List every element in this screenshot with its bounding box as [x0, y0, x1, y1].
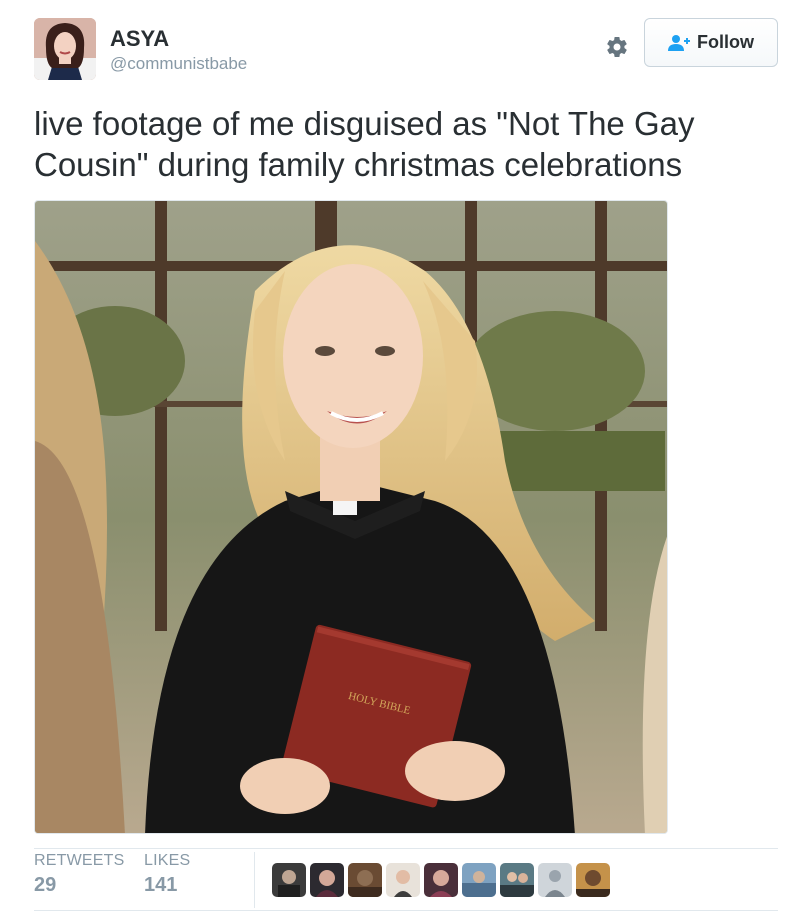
tweet-text: live footage of me disguised as "Not The…	[34, 105, 695, 183]
user-handle[interactable]: @communistbabe	[110, 54, 247, 74]
liker-avatar[interactable]	[272, 863, 306, 897]
tweet-stats: RETWEETS 29 LIKES 141	[34, 852, 778, 908]
liker-avatar[interactable]	[386, 863, 420, 897]
person-plus-icon	[668, 34, 690, 51]
gear-icon	[607, 37, 627, 58]
retweets-stat[interactable]: RETWEETS 29	[34, 852, 125, 897]
likes-stat[interactable]: LIKES 141	[144, 852, 190, 897]
liker-avatar[interactable]	[310, 863, 344, 897]
tweet-header: ASYA @communistbabe Follow	[34, 18, 778, 84]
liker-avatar[interactable]	[424, 863, 458, 897]
retweets-label: RETWEETS	[34, 852, 125, 869]
liker-avatar[interactable]	[500, 863, 534, 897]
stats-bottom-divider	[34, 910, 778, 911]
liker-avatars	[272, 863, 610, 897]
liker-avatar[interactable]	[576, 863, 610, 897]
liker-avatar[interactable]	[538, 863, 572, 897]
user-avatar[interactable]	[34, 18, 96, 80]
follow-label: Follow	[697, 32, 754, 52]
tweet-photo[interactable]: HOLY BIBLE	[34, 200, 668, 834]
liker-avatar[interactable]	[348, 863, 382, 897]
user-display-name[interactable]: ASYA	[110, 26, 169, 52]
stats-top-divider	[34, 848, 778, 849]
follow-button[interactable]: Follow	[644, 18, 778, 67]
liker-avatar[interactable]	[462, 863, 496, 897]
stats-separator	[254, 852, 255, 908]
settings-gear-button[interactable]	[599, 29, 635, 65]
likes-count: 141	[144, 874, 178, 896]
likes-label: LIKES	[144, 852, 191, 869]
retweets-count: 29	[34, 874, 57, 896]
